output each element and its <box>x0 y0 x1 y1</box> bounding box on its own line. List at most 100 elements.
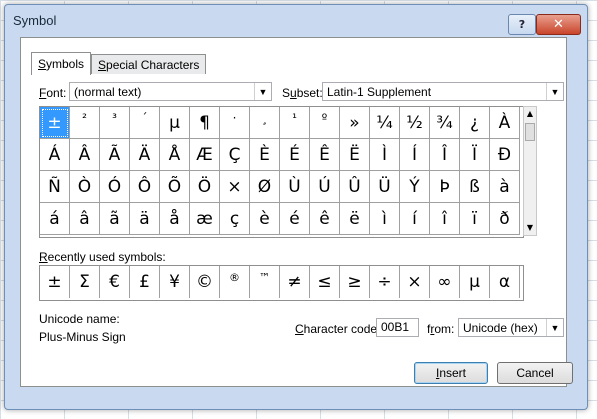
scroll-up-icon[interactable]: ▲ <box>524 107 536 121</box>
symbol-cell[interactable]: æ <box>190 203 220 235</box>
symbol-cell[interactable]: ì <box>370 203 400 235</box>
symbol-cell[interactable]: ß <box>460 171 490 203</box>
symbol-cell[interactable]: Ð <box>490 139 520 171</box>
symbol-cell[interactable]: ¹ <box>280 107 310 139</box>
character-code-field[interactable]: 00B1 <box>376 318 419 337</box>
symbol-cell[interactable]: Á <box>40 139 70 171</box>
symbol-cell[interactable]: Ò <box>70 171 100 203</box>
symbol-cell[interactable]: Ä <box>130 139 160 171</box>
recent-symbol-cell[interactable]: ∞ <box>430 266 460 298</box>
symbol-cell[interactable]: ´ <box>130 107 160 139</box>
symbol-cell[interactable]: ¿ <box>460 107 490 139</box>
symbol-cell[interactable]: ³ <box>100 107 130 139</box>
symbol-cell[interactable]: Ï <box>460 139 490 171</box>
recent-symbol-cell[interactable]: µ <box>460 266 490 298</box>
recent-symbol-cell[interactable]: € <box>100 266 130 298</box>
tab-symbols[interactable]: Symbols <box>31 52 92 75</box>
symbol-cell[interactable]: Þ <box>430 171 460 203</box>
symbol-cell[interactable]: ¼ <box>370 107 400 139</box>
symbol-cell[interactable]: ± <box>40 107 70 139</box>
symbol-cell[interactable]: Í <box>400 139 430 171</box>
symbol-cell[interactable]: È <box>250 139 280 171</box>
symbol-cell[interactable]: î <box>430 203 460 235</box>
symbol-cell[interactable]: ¶ <box>190 107 220 139</box>
symbol-cell[interactable]: ê <box>310 203 340 235</box>
chevron-down-icon: ▼ <box>254 83 271 100</box>
symbol-cell[interactable]: Ø <box>250 171 280 203</box>
symbol-cell[interactable]: ¾ <box>430 107 460 139</box>
symbol-cell[interactable]: ç <box>220 203 250 235</box>
symbol-cell[interactable]: Û <box>340 171 370 203</box>
symbol-cell[interactable]: ð <box>490 203 520 235</box>
scroll-thumb[interactable] <box>525 123 535 141</box>
title-bar[interactable]: Symbol ? ✕ <box>5 5 587 35</box>
symbol-cell[interactable]: » <box>340 107 370 139</box>
recent-symbol-cell[interactable]: ≥ <box>340 266 370 298</box>
help-button[interactable]: ? <box>508 14 536 35</box>
symbol-cell[interactable]: Ö <box>190 171 220 203</box>
symbol-cell[interactable]: Ù <box>280 171 310 203</box>
symbol-cell[interactable]: Â <box>70 139 100 171</box>
symbol-cell[interactable]: ½ <box>400 107 430 139</box>
tab-special-label: Special Characters <box>98 57 200 72</box>
scroll-down-icon[interactable]: ▼ <box>524 221 536 235</box>
recent-symbol-cell[interactable]: ™ <box>250 266 280 298</box>
recent-symbol-cell[interactable]: Σ <box>70 266 100 298</box>
recent-symbol-cell[interactable]: ≤ <box>310 266 340 298</box>
recent-symbol-cell[interactable]: £ <box>130 266 160 298</box>
symbol-cell[interactable]: Ú <box>310 171 340 203</box>
symbol-cell[interactable]: Ó <box>100 171 130 203</box>
symbol-cell[interactable]: á <box>40 203 70 235</box>
subset-value: Latin-1 Supplement <box>327 84 432 99</box>
symbol-cell[interactable]: Õ <box>160 171 190 203</box>
symbol-cell[interactable]: ä <box>130 203 160 235</box>
cancel-button[interactable]: Cancel <box>497 362 573 384</box>
recent-symbol-cell[interactable]: ≠ <box>280 266 310 298</box>
symbol-cell[interactable]: è <box>250 203 280 235</box>
tab-special-characters[interactable]: Special Characters <box>91 54 207 74</box>
symbol-cell[interactable]: À <box>490 107 520 139</box>
symbol-cell[interactable]: Ü <box>370 171 400 203</box>
symbol-cell[interactable]: å <box>160 203 190 235</box>
symbol-cell[interactable]: Ý <box>400 171 430 203</box>
symbol-cell[interactable]: ¸ <box>250 107 280 139</box>
symbol-cell[interactable]: Ê <box>310 139 340 171</box>
symbol-cell[interactable]: Ë <box>340 139 370 171</box>
symbol-cell[interactable]: é <box>280 203 310 235</box>
recent-symbol-cell[interactable]: ÷ <box>370 266 400 298</box>
symbol-cell[interactable]: ë <box>340 203 370 235</box>
symbol-cell[interactable]: · <box>220 107 250 139</box>
symbol-cell[interactable]: ² <box>70 107 100 139</box>
symbol-cell[interactable]: Ì <box>370 139 400 171</box>
symbol-cell[interactable]: Ô <box>130 171 160 203</box>
symbol-cell[interactable]: Ç <box>220 139 250 171</box>
insert-button[interactable]: Insert <box>414 362 488 384</box>
font-dropdown[interactable]: (normal text) ▼ <box>69 82 272 101</box>
recent-symbol-cell[interactable]: × <box>400 266 430 298</box>
recent-symbol-cell[interactable]: ¥ <box>160 266 190 298</box>
symbol-grid-scrollbar[interactable]: ▲ ▼ <box>523 106 537 236</box>
font-label: Font: <box>39 86 67 100</box>
recent-symbol-cell[interactable]: ® <box>220 266 250 298</box>
symbol-cell[interactable]: â <box>70 203 100 235</box>
symbol-cell[interactable]: É <box>280 139 310 171</box>
symbol-cell[interactable]: µ <box>160 107 190 139</box>
symbol-cell[interactable]: Æ <box>190 139 220 171</box>
symbol-cell[interactable]: ã <box>100 203 130 235</box>
symbol-cell[interactable]: Å <box>160 139 190 171</box>
symbol-cell[interactable]: í <box>400 203 430 235</box>
recent-symbol-cell[interactable]: © <box>190 266 220 298</box>
insert-button-label: Insert <box>435 366 467 380</box>
symbol-cell[interactable]: º <box>310 107 340 139</box>
symbol-cell[interactable]: à <box>490 171 520 203</box>
symbol-cell[interactable]: Î <box>430 139 460 171</box>
symbol-cell[interactable]: ï <box>460 203 490 235</box>
symbol-cell[interactable]: Ã <box>100 139 130 171</box>
symbol-cell[interactable]: × <box>220 171 250 203</box>
subset-dropdown[interactable]: Latin-1 Supplement ▼ <box>322 82 564 101</box>
recent-symbol-cell[interactable]: α <box>490 266 520 298</box>
from-dropdown[interactable]: Unicode (hex) ▼ <box>458 318 564 337</box>
symbol-cell[interactable]: Ñ <box>40 171 70 203</box>
close-button[interactable]: ✕ <box>536 14 581 35</box>
recent-symbol-cell[interactable]: ± <box>40 266 70 298</box>
